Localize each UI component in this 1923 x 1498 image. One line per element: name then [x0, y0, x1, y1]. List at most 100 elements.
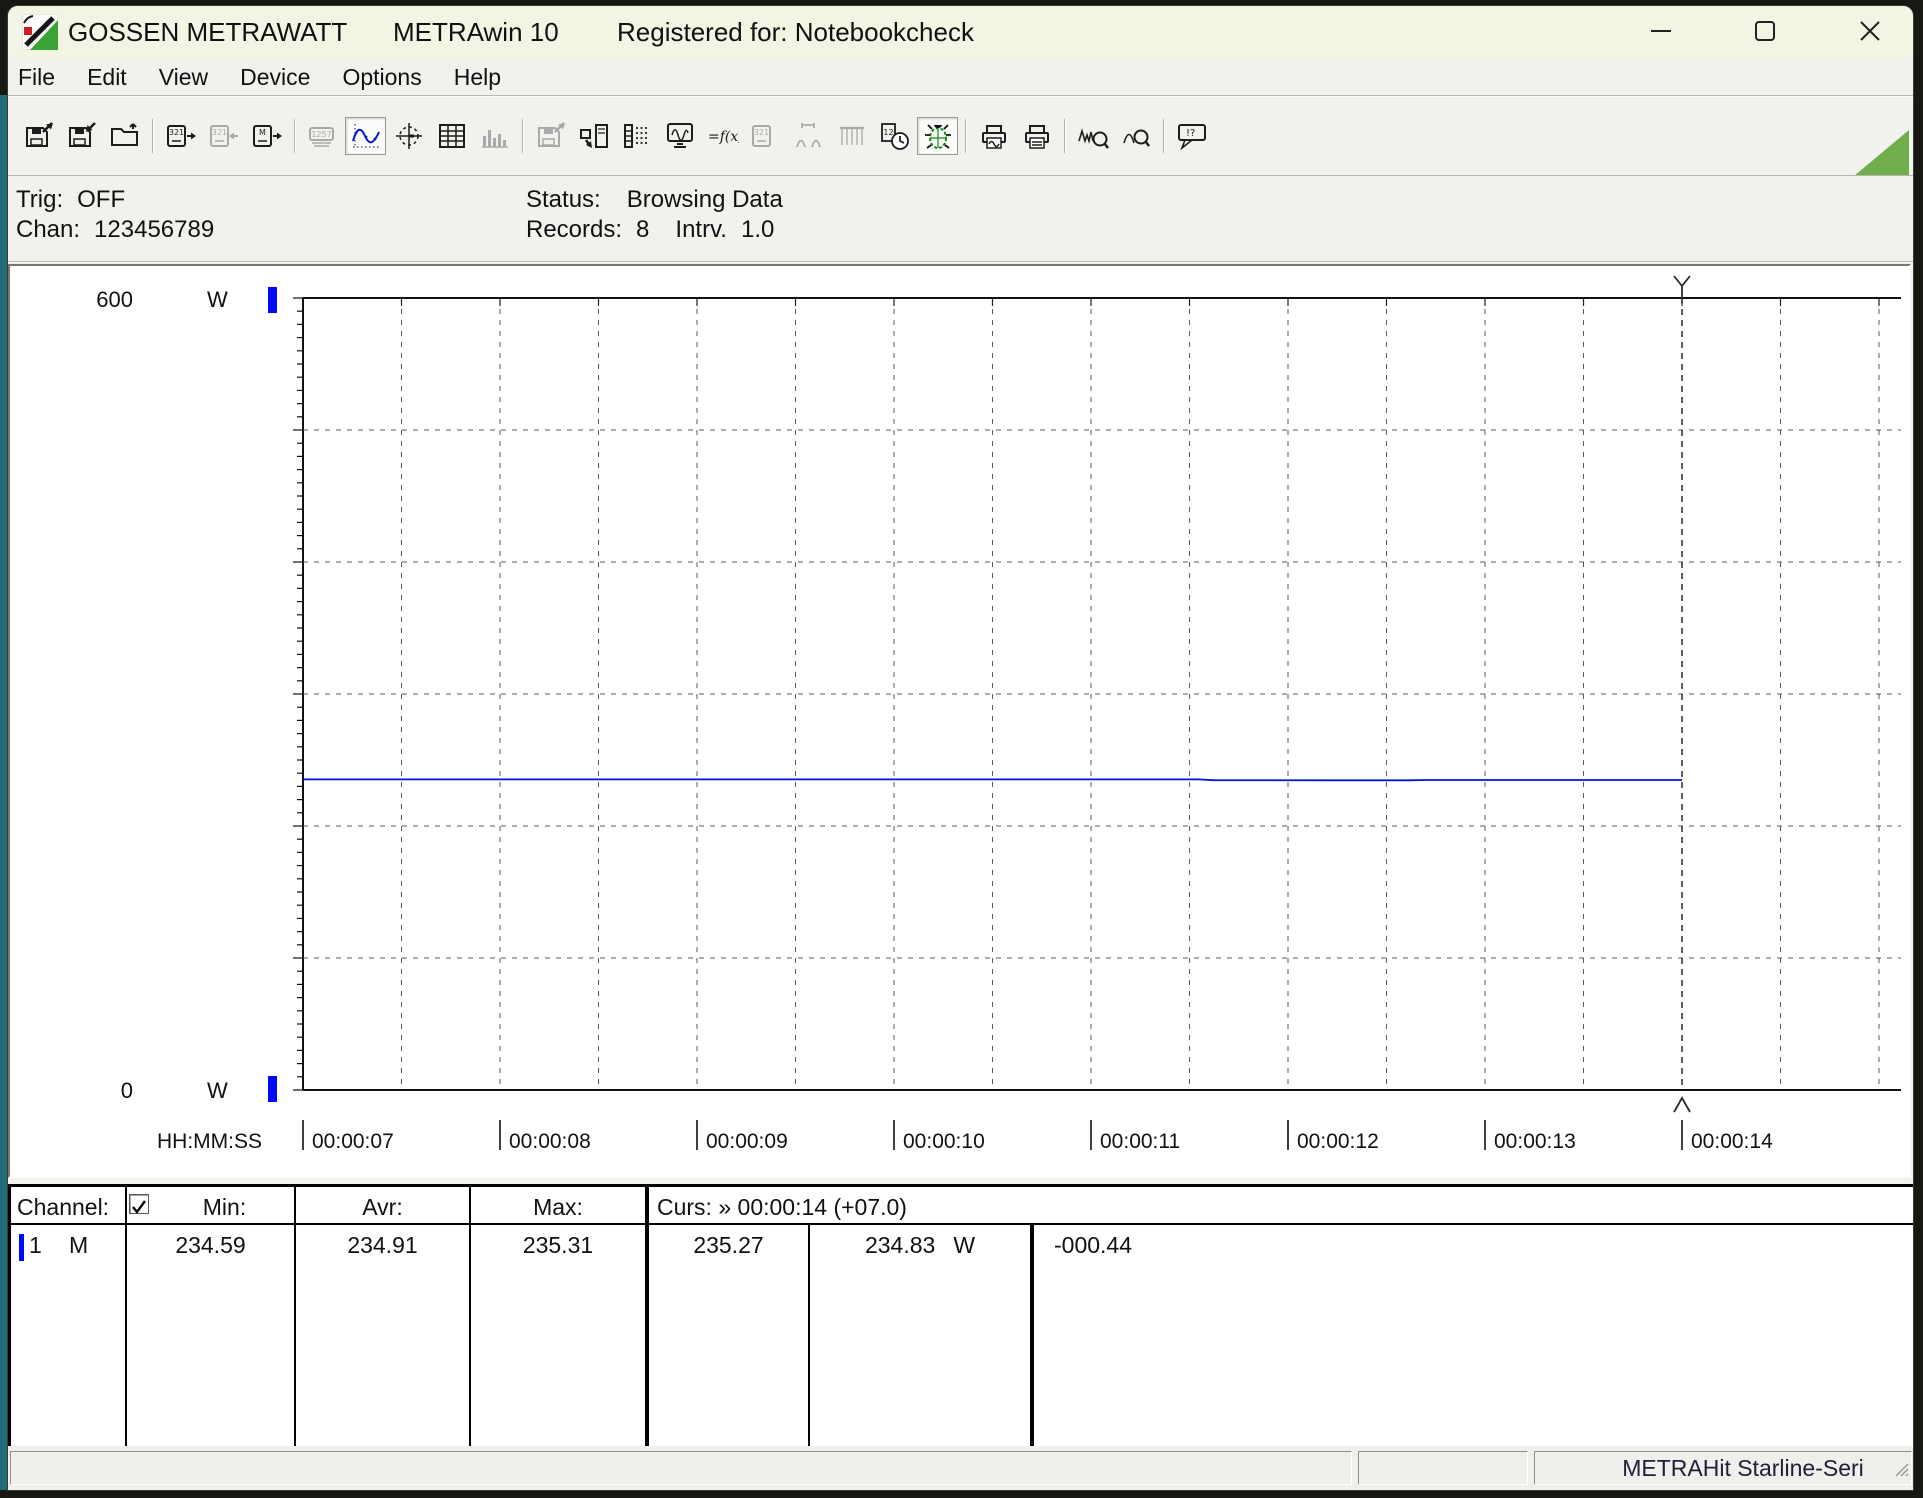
- minimize-button[interactable]: [1648, 20, 1674, 44]
- x-tick-label: 00:00:11: [1100, 1130, 1180, 1153]
- toolbar-separator: [1064, 119, 1065, 153]
- y-min-label: 0: [121, 1078, 133, 1103]
- import-data-button[interactable]: [573, 117, 614, 155]
- read-device-m-button[interactable]: M: [246, 117, 287, 155]
- channel-visibility-checkbox[interactable]: [129, 1194, 149, 1214]
- x-tick-label: 00:00:14: [1691, 1130, 1773, 1153]
- formula-fx-button[interactable]: =f(x): [702, 117, 743, 155]
- check-icon: [133, 1201, 145, 1212]
- maximize-button[interactable]: [1752, 20, 1778, 44]
- menu-view[interactable]: View: [159, 58, 208, 96]
- svg-text:1257: 1257: [311, 130, 331, 139]
- cursor-bottom-marker[interactable]: [1674, 1098, 1690, 1112]
- header-avr: Avr:: [296, 1194, 469, 1221]
- save-file-button[interactable]: [18, 117, 59, 155]
- titlebar: GOSSEN METRAWATT METRAwin 10 Registered …: [8, 6, 1913, 58]
- debug-monitor-icon: [922, 122, 954, 150]
- debug-monitor-button[interactable]: [917, 117, 958, 155]
- multimeter-display-icon: 1257: [307, 122, 339, 150]
- table-border: [294, 1187, 296, 1446]
- toolbar-corner-triangle: [1854, 130, 1909, 176]
- close-button[interactable]: [1857, 20, 1883, 44]
- header-channel: Channel:: [17, 1194, 109, 1221]
- table-border: [469, 1187, 471, 1446]
- menu-device[interactable]: Device: [240, 58, 310, 96]
- x-axis-caption: HH:MM:SS: [157, 1130, 262, 1153]
- table-border: [645, 1187, 649, 1446]
- scope-view-icon: [393, 122, 425, 150]
- read-device-321-button[interactable]: 321: [160, 117, 201, 155]
- records-value: 8: [636, 216, 649, 243]
- zoom-out-button[interactable]: [1072, 117, 1113, 155]
- status-panel: Trig:OFF Chan:123456789 Status:Browsing …: [8, 176, 1913, 261]
- save-as-button[interactable]: [61, 117, 102, 155]
- menu-file[interactable]: File: [18, 58, 55, 96]
- y-unit-label: W: [207, 1078, 228, 1103]
- y-max-label: 600: [96, 287, 133, 312]
- menu-edit[interactable]: Edit: [87, 58, 127, 96]
- menu-options[interactable]: Options: [342, 58, 421, 96]
- svg-text:12: 12: [883, 128, 893, 137]
- toolbar-separator: [152, 119, 153, 153]
- print-graph-button[interactable]: [973, 117, 1014, 155]
- menu-help[interactable]: Help: [454, 58, 501, 96]
- channel-list-button[interactable]: [616, 117, 657, 155]
- time-settings-button[interactable]: 12: [874, 117, 915, 155]
- power-chart[interactable]: 00:00:0700:00:0800:00:0900:00:1000:00:11…: [10, 266, 1909, 1176]
- svg-text:321: 321: [168, 128, 183, 137]
- x-tick-label: 00:00:09: [706, 1130, 788, 1153]
- x-tick-label: 00:00:12: [1297, 1130, 1379, 1153]
- write-device-321-button: 321: [203, 117, 244, 155]
- app-window: GOSSEN METRAWATT METRAwin 10 Registered …: [8, 6, 1913, 1490]
- titlebar-registration: Registered for: Notebookcheck: [617, 17, 974, 48]
- browse-status: Status:Browsing Data: [526, 186, 783, 214]
- zoom-out-icon: [1077, 122, 1109, 150]
- live-monitor-icon: [664, 122, 696, 150]
- channel-list-icon: [621, 122, 653, 150]
- toolbar-separator: [522, 119, 523, 153]
- measurement-table: Channel: Min: Avr: Max: Curs: » 00:00:14…: [8, 1184, 1913, 1446]
- desktop-edge: [0, 95, 8, 1490]
- comb-filter-button: [831, 117, 872, 155]
- statusbar-device-segment: METRAHit Starline-Seri: [1534, 1451, 1912, 1485]
- toolbar-separator: [965, 119, 966, 153]
- live-monitor-button[interactable]: [659, 117, 700, 155]
- cursor-top-marker[interactable]: [1674, 276, 1690, 298]
- resize-grip-lines: [1896, 1464, 1908, 1476]
- comment-button[interactable]: !?: [1171, 117, 1212, 155]
- range-compare-icon: [793, 122, 825, 150]
- export-data-button: [530, 117, 571, 155]
- table-view-button[interactable]: [431, 117, 472, 155]
- interval-value: 1.0: [741, 216, 774, 243]
- row-delta-value: -000.44: [1054, 1232, 1132, 1259]
- trig-value: OFF: [77, 186, 125, 213]
- x-tick-label: 00:00:08: [509, 1130, 591, 1153]
- resize-grip[interactable]: [1893, 1461, 1909, 1482]
- divider: [8, 261, 1913, 263]
- curve-view-button[interactable]: [345, 117, 386, 155]
- connected-device-name: METRAHit Starline-Seri: [1535, 1452, 1911, 1484]
- range-compare-button: [788, 117, 829, 155]
- status-bar: METRAHit Starline-Seri: [8, 1448, 1913, 1488]
- header-min: Min:: [155, 1194, 294, 1221]
- records-status: Records:8Intrv.1.0: [526, 216, 774, 244]
- chan-label: Chan:: [16, 216, 80, 243]
- device-settings-button: 321: [745, 117, 786, 155]
- table-border: [125, 1187, 127, 1446]
- time-settings-icon: 12: [879, 122, 911, 150]
- close-icon: [1861, 22, 1879, 40]
- svg-text:M: M: [259, 128, 266, 137]
- print-button[interactable]: [1016, 117, 1057, 155]
- import-data-icon: [578, 122, 610, 150]
- print-graph-icon: [978, 122, 1010, 150]
- x-tick-label: 00:00:13: [1494, 1130, 1576, 1153]
- x-tick-label: 00:00:10: [903, 1130, 985, 1153]
- chart-panel[interactable]: 00:00:0700:00:0800:00:0900:00:1000:00:11…: [8, 264, 1911, 1178]
- zoom-in-button[interactable]: [1115, 117, 1156, 155]
- open-file-icon: [109, 122, 141, 150]
- scope-view-button[interactable]: [388, 117, 429, 155]
- trigger-status: Trig:OFF: [16, 186, 125, 214]
- row-avr-value: 234.91: [296, 1232, 469, 1259]
- open-file-button[interactable]: [104, 117, 145, 155]
- titlebar-brand: GOSSEN METRAWATT: [68, 17, 347, 48]
